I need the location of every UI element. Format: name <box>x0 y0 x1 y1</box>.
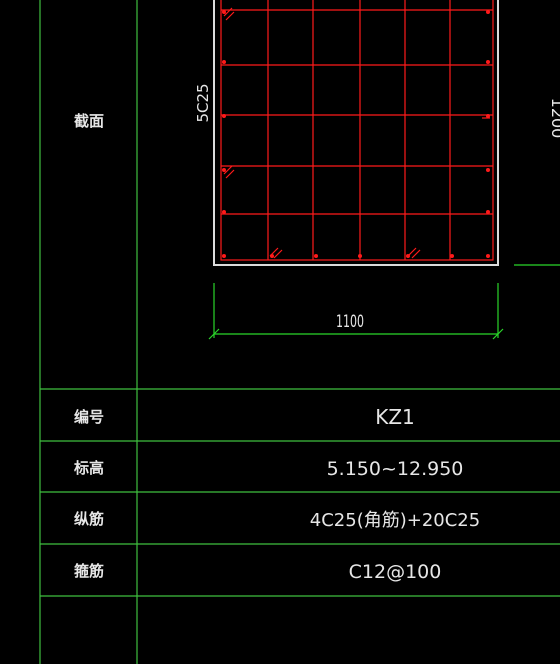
side-rebar-text: 5C25 <box>194 83 212 122</box>
concrete-outline <box>213 0 499 266</box>
row-value-longitudinal-rebar[interactable]: 4C25(角筋)+20C25 <box>310 510 480 531</box>
row-value-elevation[interactable]: 5.150~12.950 <box>327 458 464 480</box>
cad-canvas[interactable]: 1100 1200 5C25 截面 编号 KZ1 标高 5.150~12.950… <box>0 0 560 664</box>
section-label: 截面 <box>74 112 104 130</box>
row-value-id[interactable]: KZ1 <box>375 405 415 429</box>
width-dimension-text: 1100 <box>336 312 364 332</box>
outer-stirrup <box>220 0 494 261</box>
column-section-drawing[interactable]: 1100 1200 5C25 <box>194 0 560 340</box>
row-label-longitudinal-rebar: 纵筋 <box>74 510 104 528</box>
row-label-stirrup: 箍筋 <box>74 562 104 580</box>
row-value-stirrup[interactable]: C12@100 <box>349 561 442 583</box>
height-dimension-text: 1200 <box>548 98 560 139</box>
table-grid <box>39 0 560 664</box>
row-label-id: 编号 <box>74 408 104 426</box>
row-label-elevation: 标高 <box>73 459 104 477</box>
stirrup-grid <box>220 0 494 261</box>
